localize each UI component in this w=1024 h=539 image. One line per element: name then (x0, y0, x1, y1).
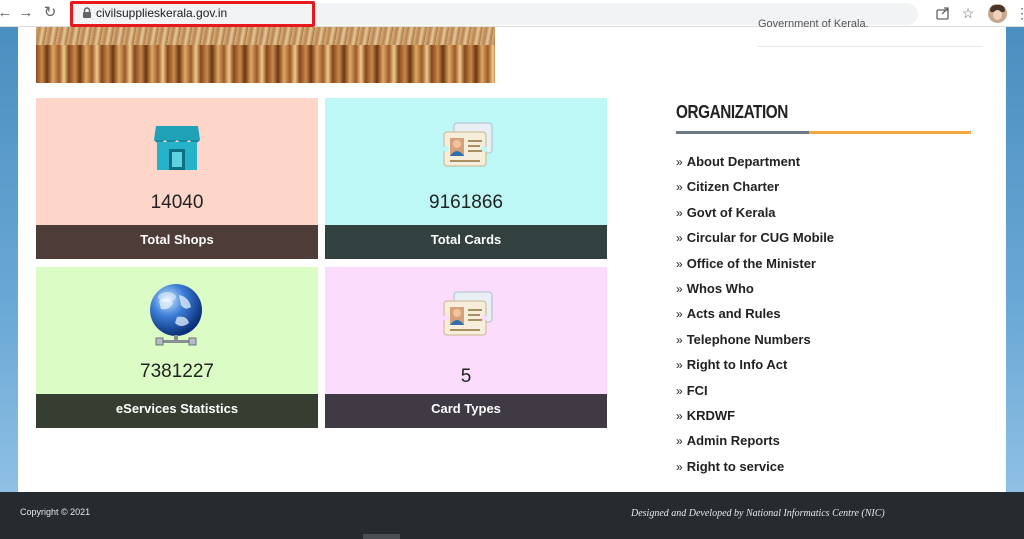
sidebar-link-label: Admin Reports (686, 433, 780, 449)
stat-tile-total-cards[interactable]: 9161866 Total Cards (325, 98, 607, 259)
chevron-right-icon: » (676, 282, 683, 296)
chevron-right-icon: » (676, 256, 683, 271)
sidebar-link-about-department[interactable]: » About Department (676, 154, 800, 169)
browser-toolbar: ← → ↻ civilsupplieskerala.gov.in ☆ ⋮ (0, 0, 1024, 27)
title-underline-accent (809, 131, 971, 134)
stat-value: 5 (460, 366, 472, 387)
sidebar-link-label: Govt of Kerala (686, 204, 776, 220)
sidebar-link-right-to-service[interactable]: » Right to service (676, 459, 784, 474)
stat-tile-total-shops[interactable]: 14040 Total Shops (36, 98, 318, 259)
sidebar-title: ORGANIZATION (676, 102, 788, 122)
sidebar-link-label: FCI (686, 382, 708, 398)
url-highlight-box (70, 1, 315, 27)
sidebar-link-label: Whos Who (686, 281, 754, 296)
divider (758, 46, 983, 47)
forward-icon[interactable]: → (17, 4, 35, 22)
sidebar-link-label: Right to service (686, 458, 785, 474)
profile-avatar[interactable] (988, 4, 1007, 23)
sidebar-link-label: Telephone Numbers (686, 331, 811, 347)
sidebar-link-label: KRDWF (686, 408, 736, 423)
chevron-right-icon: » (676, 459, 683, 474)
sidebar-link-label: Office of the Minister (686, 255, 816, 271)
sidebar-link-govt-of-kerala[interactable]: » Govt of Kerala (676, 205, 776, 220)
sidebar-link-whos-who[interactable]: » Whos Who (676, 281, 754, 296)
sidebar-link-acts-and-rules[interactable]: » Acts and Rules (676, 306, 781, 321)
chevron-right-icon: » (676, 358, 683, 373)
sidebar-link-admin-reports[interactable]: » Admin Reports (676, 433, 780, 448)
stat-tile-eservices-statistics[interactable]: 7381227 eServices Statistics (36, 267, 318, 428)
government-text[interactable]: Government of Kerala. (758, 18, 869, 30)
stat-label[interactable]: eServices Statistics (36, 394, 318, 428)
chevron-right-icon: » (676, 155, 683, 169)
sidebar-link-label: Circular for CUG Mobile (686, 230, 835, 246)
sidebar-link-label: About Department (686, 154, 801, 169)
chevron-right-icon: » (676, 180, 683, 195)
menu-icon[interactable]: ⋮ (1015, 5, 1024, 21)
back-icon[interactable]: ← (0, 4, 14, 22)
designed-by-text[interactable]: Designed and Developed by National Infor… (631, 508, 885, 519)
sidebar-link-telephone-numbers[interactable]: » Telephone Numbers (676, 332, 811, 347)
page-background-right (1006, 27, 1024, 492)
sidebar-link-label: Acts and Rules (686, 306, 781, 322)
shop-icon (154, 126, 200, 170)
chevron-right-icon: » (676, 205, 683, 220)
stat-label[interactable]: Total Cards (325, 225, 607, 259)
chevron-right-icon: » (676, 409, 683, 423)
id-card-icon (443, 122, 493, 167)
share-icon[interactable] (935, 5, 951, 21)
sidebar-link-label: Right to Info Act (686, 357, 788, 373)
sidebar-link-label: Citizen Charter (686, 179, 780, 195)
stat-label[interactable]: Total Shops (36, 225, 318, 259)
stat-value: 14040 (150, 192, 204, 213)
title-underline (676, 131, 809, 134)
globe-network-icon (150, 284, 202, 346)
chevron-right-icon: » (676, 434, 683, 449)
chevron-right-icon: » (676, 332, 683, 347)
id-card-icon (443, 291, 493, 336)
stat-label[interactable]: Card Types (325, 394, 607, 428)
sidebar-link-citizen-charter[interactable]: » Citizen Charter (676, 179, 779, 194)
star-icon[interactable]: ☆ (960, 5, 976, 21)
reload-icon[interactable]: ↻ (41, 4, 59, 22)
stat-value: 7381227 (140, 361, 214, 382)
page-background-left (0, 27, 18, 492)
stat-tile-card-types[interactable]: 5 Card Types (325, 267, 607, 428)
sidebar-link-circular-for-cug-mobile[interactable]: » Circular for CUG Mobile (676, 230, 834, 245)
chevron-right-icon: » (676, 307, 683, 322)
chevron-right-icon: » (676, 383, 683, 398)
stat-value: 9161866 (429, 192, 503, 213)
sidebar-link-fci[interactable]: » FCI (676, 383, 708, 398)
sidebar-link-office-of-the-minister[interactable]: » Office of the Minister (676, 256, 816, 271)
sidebar-link-krdwf[interactable]: » KRDWF (676, 408, 735, 423)
copyright-text: Copyright © 2021 (20, 507, 91, 517)
sidebar-link-right-to-info-act[interactable]: » Right to Info Act (676, 357, 787, 372)
banner-grain-texture (36, 27, 495, 45)
chevron-right-icon: » (676, 231, 683, 246)
scroll-to-top-tab[interactable] (363, 534, 400, 539)
